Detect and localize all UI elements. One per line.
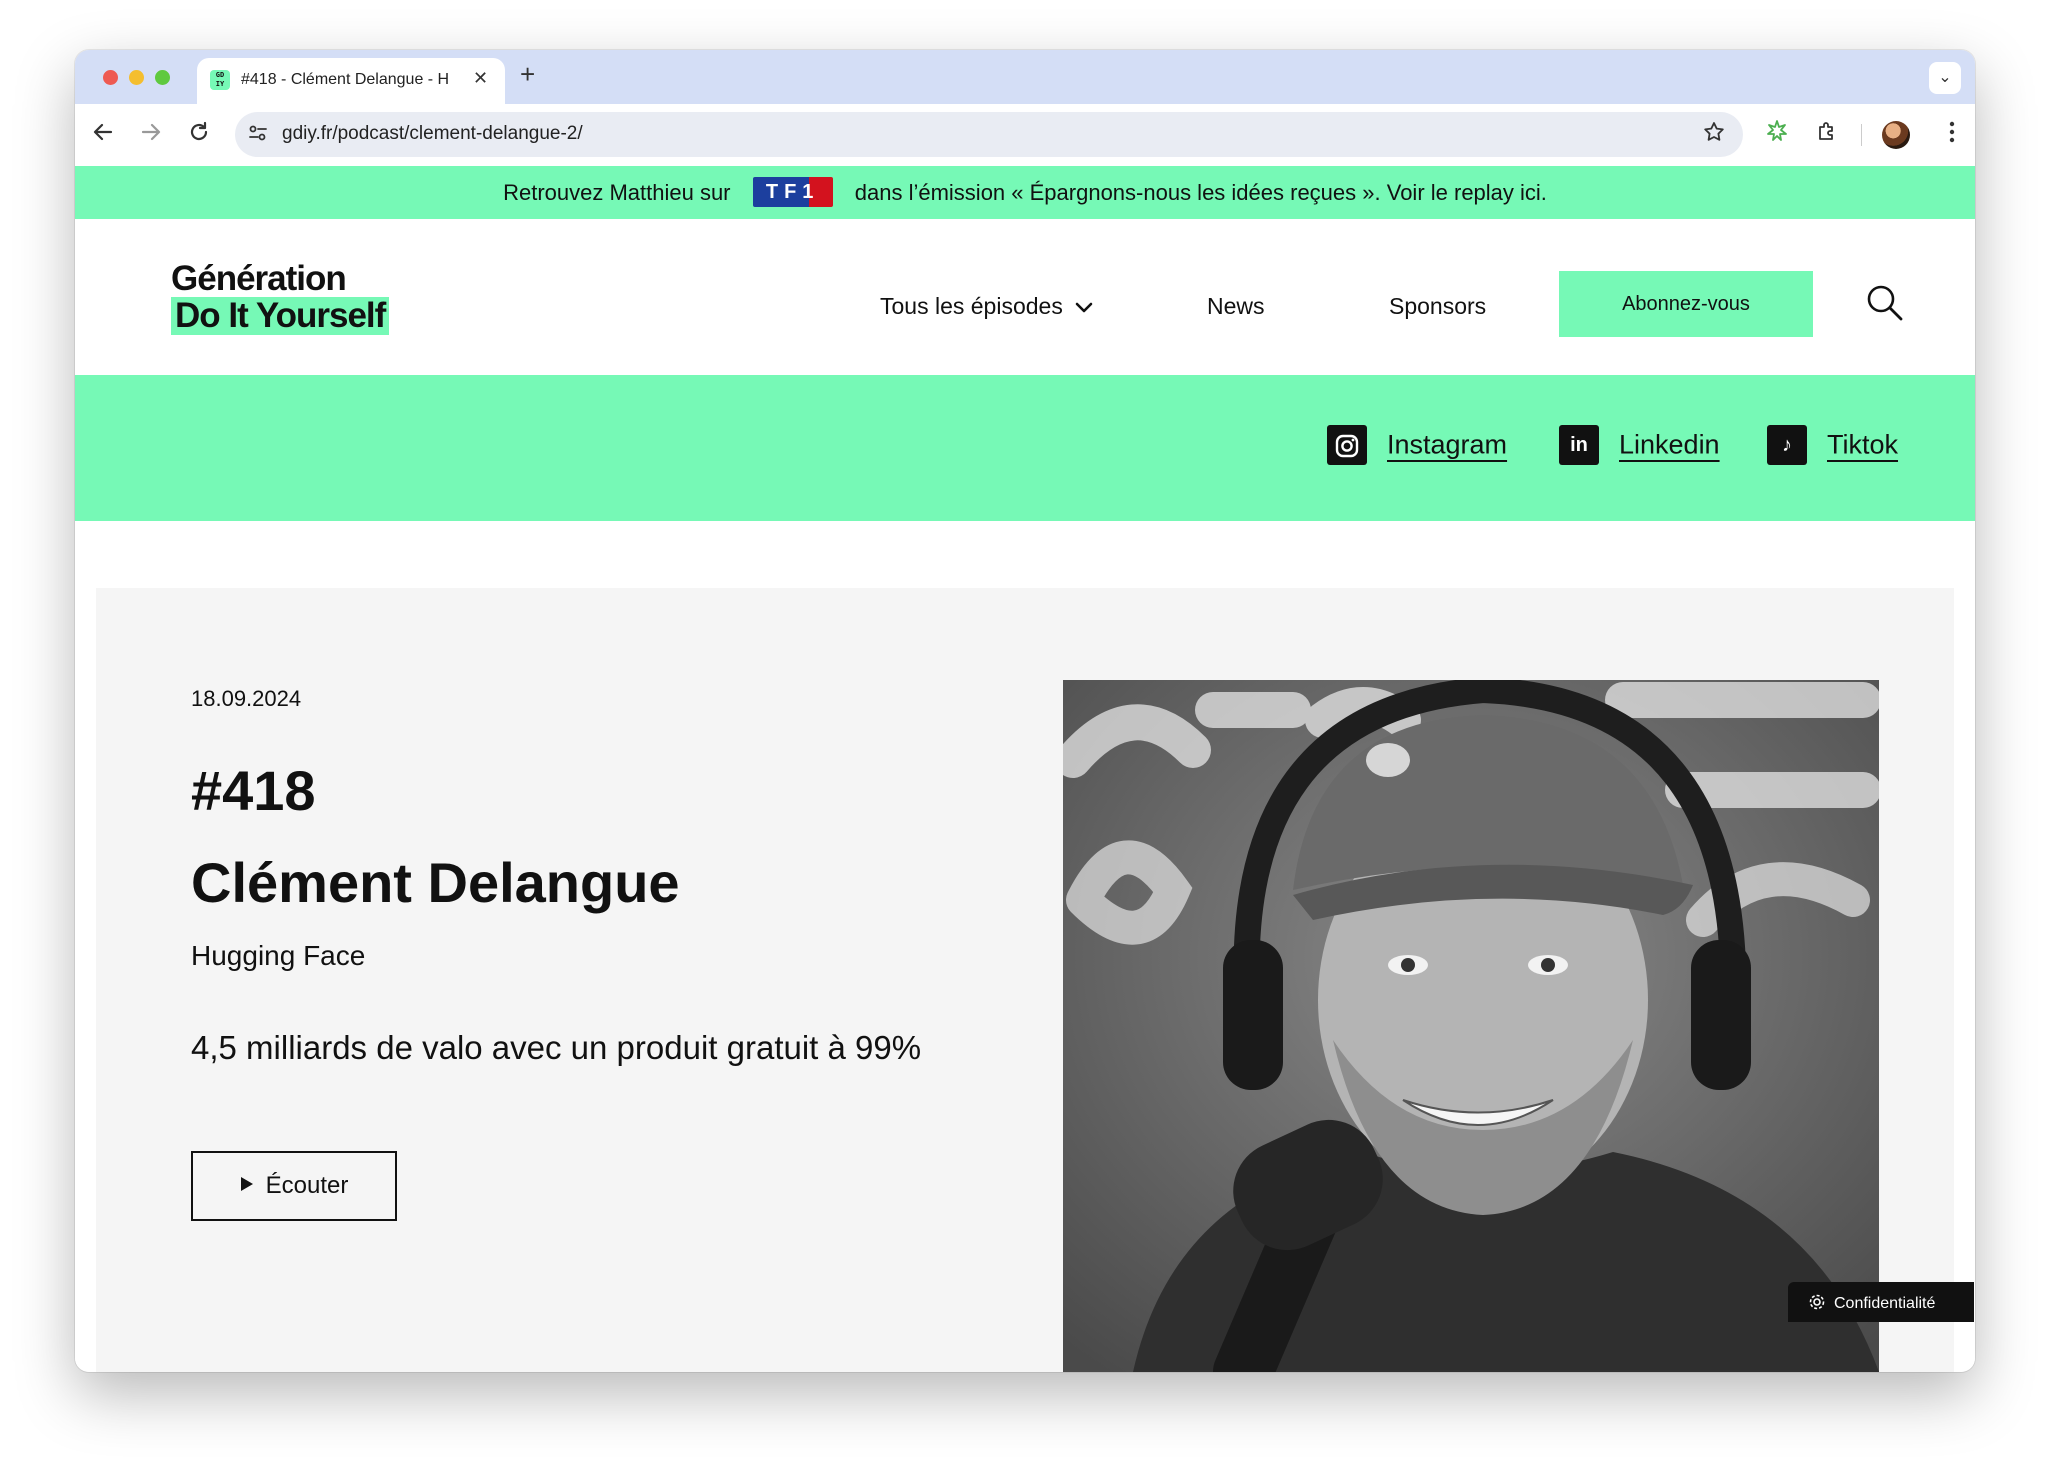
more-menu-icon[interactable] — [1940, 118, 1964, 152]
promo-text-after[interactable]: dans l’émission « Épargnons-nous les idé… — [855, 180, 1547, 205]
gear-icon — [1808, 1282, 1826, 1322]
close-window-button[interactable] — [103, 70, 118, 85]
tiktok-label: Tiktok — [1827, 429, 1899, 460]
episode-hero: 18.09.2024 #418 Clément Delangue Hugging… — [96, 588, 1954, 1372]
nav-all-episodes[interactable]: Tous les épisodes — [880, 293, 1093, 320]
address-bar[interactable]: gdiy.fr/podcast/clement-delangue-2/ — [235, 112, 1743, 157]
tf1-logo: TF1 — [752, 177, 833, 208]
episode-number: #418 — [191, 759, 316, 822]
privacy-settings-label: Confidentialité — [1834, 1295, 1936, 1312]
chevron-down-icon — [1075, 297, 1093, 320]
episode-date: 18.09.2024 — [191, 686, 302, 711]
tab-title: #418 - Clément Delangue - H — [241, 71, 450, 88]
nav-all-episodes-label: Tous les épisodes — [880, 293, 1063, 319]
site-info-icon[interactable] — [247, 122, 269, 149]
instagram-icon — [1327, 425, 1367, 465]
browser-tab-active[interactable]: GD IY #418 - Clément Delangue - H ✕ — [197, 58, 505, 104]
episode-tagline: 4,5 milliards de valo avec un produit gr… — [191, 1029, 922, 1066]
social-link-tiktok[interactable]: ♪ Tiktok — [1767, 425, 1898, 465]
guest-photo — [1063, 680, 1879, 1372]
instagram-label: Instagram — [1387, 429, 1508, 460]
nav-sponsors[interactable]: Sponsors — [1389, 293, 1486, 320]
guest-company: Hugging Face — [191, 940, 366, 971]
reload-icon[interactable] — [187, 120, 211, 151]
social-links-bar: Instagram in Linkedin ♪ Tiktok — [75, 375, 1975, 521]
maximize-window-button[interactable] — [155, 70, 170, 85]
subscribe-button[interactable]: Abonnez-vous — [1559, 271, 1813, 337]
listen-label: Écouter — [265, 1172, 349, 1199]
profile-avatar[interactable] — [1882, 121, 1910, 149]
promo-text-before: Retrouvez Matthieu sur — [503, 180, 731, 205]
forward-arrow-icon[interactable] — [139, 120, 163, 151]
social-link-linkedin[interactable]: in Linkedin — [1559, 425, 1720, 465]
close-tab-icon[interactable]: ✕ — [473, 68, 488, 89]
logo-line-2: Do It Yourself — [171, 297, 390, 335]
minimize-window-button[interactable] — [129, 70, 144, 85]
new-tab-icon[interactable]: + — [520, 60, 535, 88]
logo-line-1: Génération — [171, 259, 347, 298]
toolbar-separator — [1861, 124, 1862, 146]
search-icon[interactable] — [1865, 283, 1905, 323]
listen-button[interactable]: Écouter — [191, 1151, 397, 1221]
tab-strip: GD IY #418 - Clément Delangue - H ✕ + ⌄ — [75, 50, 1975, 104]
bookmark-star-icon[interactable] — [1702, 120, 1726, 151]
nav-news[interactable]: News — [1207, 293, 1265, 320]
site-header: Génération Do It Yourself Tous les épiso… — [75, 219, 1975, 375]
guest-name: Clément Delangue — [191, 851, 680, 914]
back-arrow-icon[interactable] — [91, 120, 115, 151]
play-icon — [240, 1153, 254, 1219]
browser-window: GD IY #418 - Clément Delangue - H ✕ + ⌄ … — [75, 50, 1975, 1372]
privacy-settings-button[interactable]: Confidentialité — [1788, 1282, 1974, 1322]
tab-search-chevron-down-icon[interactable]: ⌄ — [1929, 62, 1961, 94]
extensions-puzzle-icon[interactable] — [1815, 119, 1839, 151]
web-page: Retrouvez Matthieu sur TF1 dans l’émissi… — [75, 166, 1975, 1372]
url-text[interactable]: gdiy.fr/podcast/clement-delangue-2/ — [282, 123, 583, 145]
promo-banner[interactable]: Retrouvez Matthieu sur TF1 dans l’émissi… — [75, 166, 1975, 219]
browser-toolbar: gdiy.fr/podcast/clement-delangue-2/ — [75, 104, 1975, 166]
linkedin-icon: in — [1559, 425, 1599, 465]
extension-green-icon[interactable] — [1765, 119, 1789, 150]
favicon-icon: GD IY — [210, 70, 230, 90]
site-logo[interactable]: Génération Do It Yourself — [171, 259, 390, 335]
social-link-instagram[interactable]: Instagram — [1327, 425, 1507, 465]
tiktok-icon: ♪ — [1767, 425, 1807, 465]
linkedin-label: Linkedin — [1619, 429, 1720, 460]
